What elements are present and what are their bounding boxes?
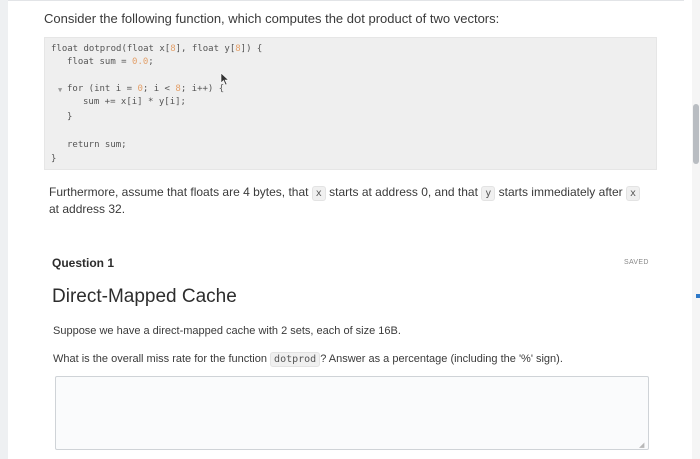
resize-handle-icon[interactable]: ◢ [639, 441, 644, 449]
inline-code-x: x [311, 186, 326, 201]
scrollbar-thumb[interactable] [693, 104, 699, 164]
code-text: float dotprod(float x[ [51, 44, 171, 54]
code-line-for: for (int i = 0; i < 8; i++) { [67, 84, 224, 94]
prompt-text: ? Answer as a percentage (including the … [320, 353, 563, 365]
saved-status-badge: SAVED [624, 259, 649, 266]
question-prompt-line2: What is the overall miss rate for the fu… [53, 352, 563, 367]
code-text: ; i++) { [180, 84, 225, 94]
inline-code-y: y [481, 186, 496, 201]
code-line-declaration: float sum = 0.0; [67, 57, 154, 67]
inline-code-x: x [626, 186, 641, 201]
intro-text: Consider the following function, which c… [44, 11, 500, 26]
code-text: ; [148, 57, 154, 67]
code-text: ], float y[ [175, 44, 236, 54]
code-text: ]) { [240, 44, 263, 54]
inline-code-dotprod: dotprod [270, 352, 321, 367]
code-block: float dotprod(float x[8], float y[8]) { … [44, 37, 657, 170]
paragraph-text: Furthermore, assume that floats are 4 by… [49, 185, 312, 199]
code-text: for (int i = [67, 84, 138, 94]
scrollbar-track[interactable] [692, 0, 700, 459]
code-line-body: sum += x[i] * y[i]; [83, 97, 186, 107]
question-prompt-line1: Suppose we have a direct-mapped cache wi… [53, 325, 401, 337]
mouse-pointer-icon [220, 72, 230, 86]
chevron-down-icon[interactable]: ▼ [58, 86, 62, 94]
left-gutter [0, 0, 8, 459]
paragraph-text: at address 32. [49, 202, 126, 216]
assumptions-paragraph: Furthermore, assume that floats are 4 by… [49, 184, 649, 218]
paragraph-text: starts at address 0, and that [325, 185, 482, 199]
question-title: Direct-Mapped Cache [52, 286, 237, 307]
code-line-return: return sum; [67, 140, 127, 150]
paragraph-text: starts immediately after [495, 185, 626, 199]
top-divider [8, 0, 684, 1]
code-line-close-inner: } [67, 112, 73, 122]
code-line-signature: float dotprod(float x[8], float y[8]) { [51, 44, 262, 54]
side-marker [696, 294, 700, 298]
question-number: Question 1 [52, 256, 115, 270]
code-text: ; i < [142, 84, 176, 94]
code-line-close-outer: } [51, 154, 57, 164]
prompt-text: What is the overall miss rate for the fu… [53, 353, 271, 365]
code-number: 0.0 [132, 57, 149, 67]
code-text: float sum = [67, 57, 133, 67]
answer-input[interactable] [55, 376, 649, 450]
